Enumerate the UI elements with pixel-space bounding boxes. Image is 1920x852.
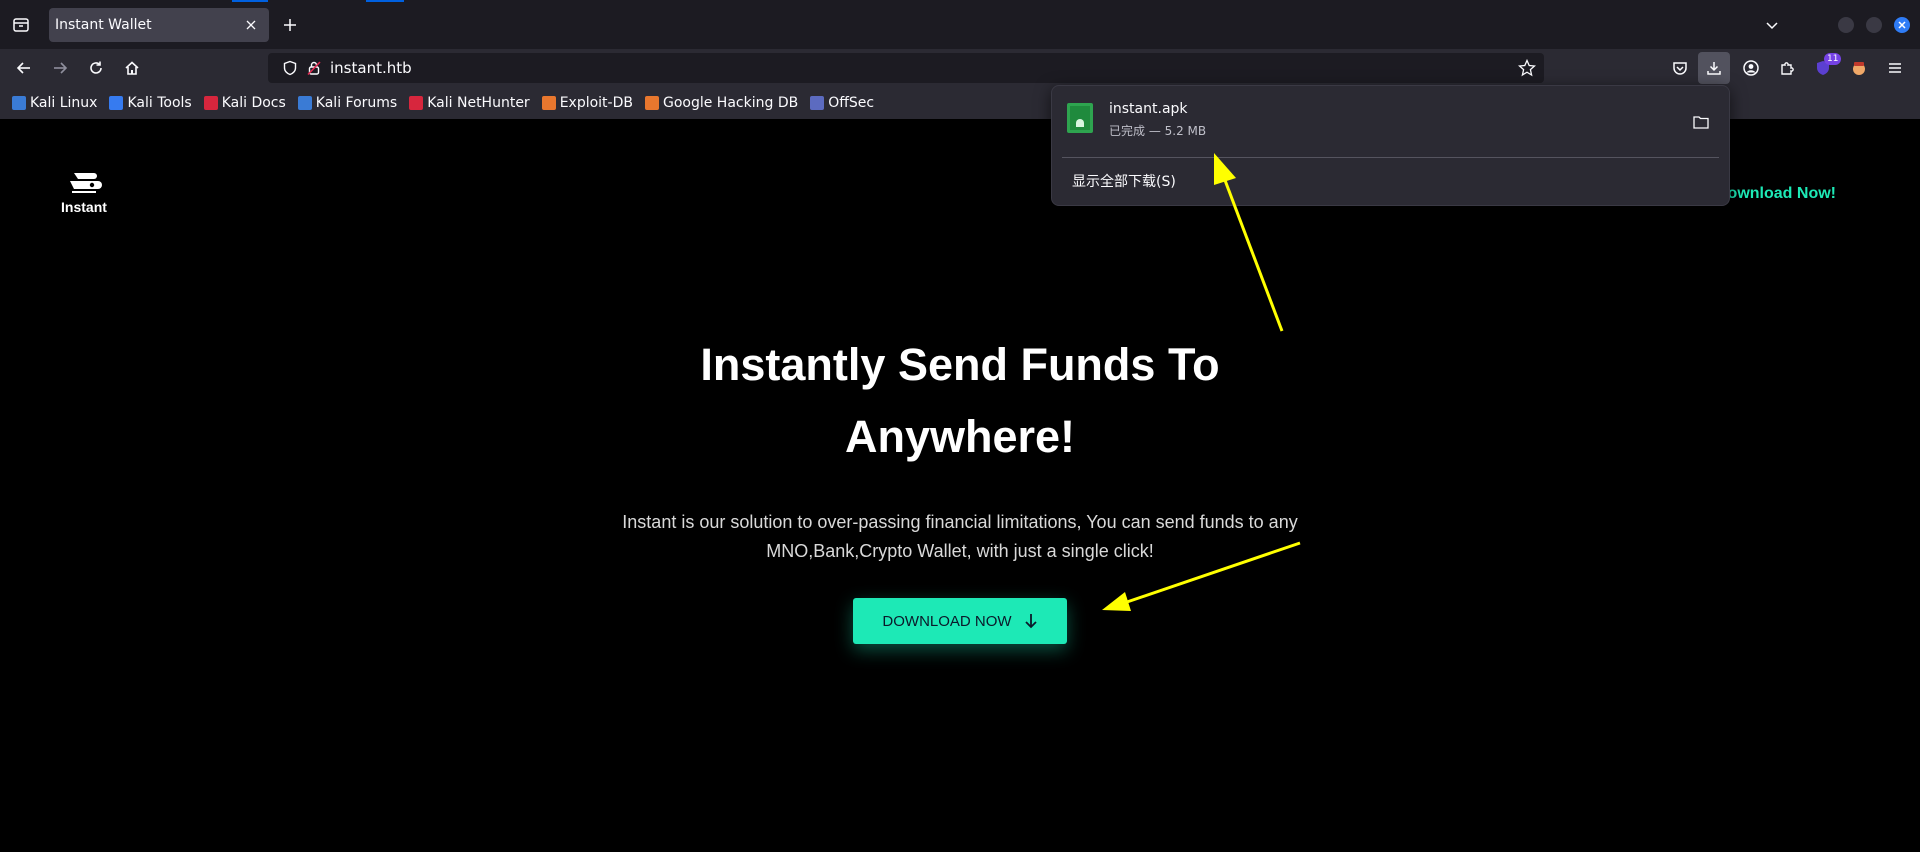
star-icon[interactable] — [1518, 59, 1536, 77]
web-page: Instant Download Now! Instantly Send Fun… — [0, 119, 1920, 852]
arrow-down-icon — [1024, 613, 1038, 629]
bookmark-favicon-icon — [203, 96, 218, 110]
download-status: 已完成 — 5.2 MB — [1109, 124, 1207, 138]
show-all-downloads-button[interactable]: 显示全部下载(S) — [1072, 171, 1176, 191]
bookmark-item[interactable]: OffSec — [810, 95, 874, 111]
header-download-link[interactable]: Download Now! — [1716, 185, 1836, 203]
downloads-panel: instant.apk 已完成 — 5.2 MB 显示全部下载(S) — [1051, 85, 1730, 206]
hero-title: Instantly Send Funds To Anywhere! — [560, 329, 1360, 473]
bookmark-favicon-icon — [409, 96, 424, 110]
firefox-view-icon — [13, 18, 29, 32]
extension-button[interactable]: 11 — [1807, 52, 1842, 84]
pocket-icon — [1673, 62, 1687, 75]
chevron-down-icon — [1766, 22, 1778, 30]
reload-button[interactable] — [80, 52, 112, 84]
bookmark-item[interactable]: Kali Forums — [297, 95, 398, 111]
app-menu-button[interactable] — [1879, 52, 1911, 84]
bookmark-item[interactable]: Google Hacking DB — [644, 95, 799, 111]
bookmark-label: Kali Tools — [127, 95, 192, 111]
url-text[interactable]: instant.htb — [330, 59, 412, 77]
bookmark-favicon-icon — [109, 96, 124, 110]
arrow-right-icon — [54, 62, 68, 74]
download-icon — [1707, 62, 1721, 75]
hero-subtitle-line-1: Instant is our solution to over-passing … — [622, 512, 1298, 532]
shield-icon[interactable] — [282, 60, 298, 76]
forward-button[interactable] — [44, 52, 76, 84]
download-file-name: instant.apk — [1109, 101, 1188, 117]
hero-title-line-1: Instantly Send Funds To — [700, 339, 1220, 390]
folder-icon — [1693, 116, 1709, 129]
minimize-button[interactable] — [1838, 17, 1854, 33]
bookmark-label: OffSec — [828, 95, 875, 111]
logo-icon — [70, 173, 102, 193]
profile-extension-button[interactable] — [1843, 52, 1875, 84]
account-icon — [1743, 60, 1759, 76]
bookmark-item[interactable]: Kali Tools — [109, 95, 192, 111]
bookmark-item[interactable]: Kali Docs — [203, 95, 286, 111]
bookmark-label: Kali Forums — [315, 95, 398, 111]
bookmark-label: Kali NetHunter — [427, 95, 530, 111]
bookmark-label: Google Hacking DB — [662, 95, 799, 111]
bookmark-item[interactable]: Kali NetHunter — [409, 95, 530, 111]
bookmark-label: Exploit-DB — [559, 95, 633, 111]
extension-badge: 11 — [1824, 53, 1842, 65]
home-icon — [125, 61, 139, 75]
tab-title: Instant Wallet — [55, 17, 152, 33]
hero-title-line-2: Anywhere! — [844, 411, 1076, 462]
account-button[interactable] — [1735, 52, 1767, 84]
tab-close-button[interactable] — [241, 15, 261, 35]
bookmark-item[interactable]: Kali Linux — [12, 95, 97, 111]
bookmark-favicon-icon — [297, 96, 312, 110]
puzzle-icon — [1781, 62, 1794, 75]
window-close-button[interactable] — [1894, 17, 1910, 33]
home-button[interactable] — [116, 52, 148, 84]
downloads-button[interactable] — [1698, 52, 1730, 84]
avatar-icon — [1853, 62, 1865, 75]
bookmark-item[interactable]: Exploit-DB — [541, 95, 633, 111]
site-logo[interactable]: Instant — [60, 169, 108, 215]
logo-text: Instant — [61, 199, 107, 215]
reload-icon — [90, 61, 102, 74]
pocket-button[interactable] — [1664, 52, 1696, 84]
lock-insecure-icon[interactable] — [306, 60, 322, 76]
back-button[interactable] — [8, 52, 40, 84]
tab-accent-line — [232, 0, 268, 2]
apk-file-icon — [1067, 103, 1093, 133]
download-now-button[interactable]: DOWNLOAD NOW — [853, 598, 1067, 644]
tab-instant-wallet[interactable]: Instant Wallet — [49, 8, 269, 42]
bookmark-favicon-icon — [541, 96, 556, 110]
download-item[interactable]: instant.apk 已完成 — 5.2 MB — [1062, 96, 1719, 148]
firefox-view-button[interactable] — [5, 9, 37, 41]
bookmark-label: Kali Linux — [30, 95, 98, 111]
tab-accent-line — [366, 0, 404, 2]
list-all-tabs-button[interactable] — [1756, 9, 1788, 41]
hero-subtitle: Instant is our solution to over-passing … — [560, 508, 1360, 566]
hero-subtitle-line-2: MNO,Bank,Crypto Wallet, with just a sing… — [766, 541, 1154, 561]
open-folder-button[interactable] — [1690, 111, 1712, 133]
bookmark-favicon-icon — [810, 96, 825, 110]
divider — [1062, 157, 1719, 158]
download-now-label: DOWNLOAD NOW — [882, 612, 1012, 630]
navigation-toolbar: instant.htb 11 — [0, 49, 1920, 87]
bookmark-favicon-icon — [12, 96, 26, 110]
tab-strip: Instant Wallet — [0, 0, 1920, 49]
close-icon — [1898, 21, 1906, 29]
plus-icon — [284, 19, 296, 31]
header-download-label: Download Now! — [1716, 185, 1836, 202]
url-bar[interactable]: instant.htb — [268, 53, 1544, 83]
extensions-button[interactable] — [1771, 52, 1803, 84]
bookmark-favicon-icon — [644, 96, 659, 110]
bookmark-label: Kali Docs — [221, 95, 286, 111]
close-icon — [246, 20, 256, 30]
maximize-button[interactable] — [1866, 17, 1882, 33]
hamburger-menu-icon — [1889, 63, 1901, 73]
arrow-left-icon — [16, 62, 30, 74]
new-tab-button[interactable] — [274, 9, 306, 41]
